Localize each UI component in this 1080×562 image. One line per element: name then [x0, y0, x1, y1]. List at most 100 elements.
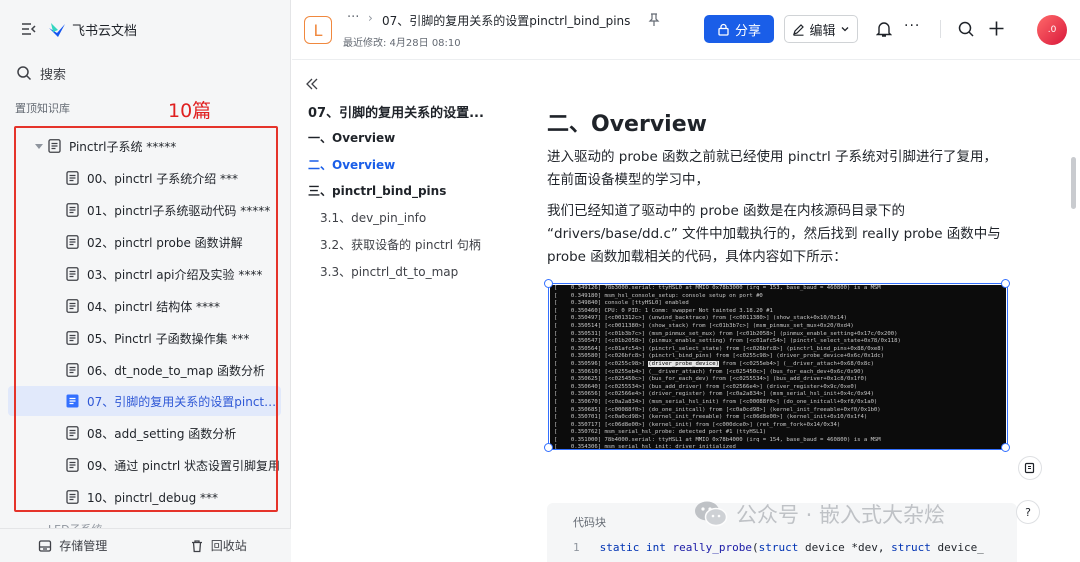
doc-icon [66, 458, 79, 472]
breadcrumb-more[interactable]: ··· [347, 10, 359, 25]
tree-item-label: 04、pinctrl 结构体 **** [87, 299, 221, 314]
terminal-line: [ 0.350701] [<c0a0cd98>] (kernel_init_fr… [554, 414, 868, 421]
storage-button[interactable]: 存储管理 [0, 529, 146, 562]
chevron-down-icon [841, 27, 848, 32]
tree-item-doc[interactable]: 04、pinctrl 结构体 **** [8, 291, 281, 321]
tree-item-label: Pinctrl子系统 ***** [69, 139, 177, 154]
doc-icon [66, 235, 79, 249]
help-float-button[interactable]: ? [1016, 500, 1040, 524]
outline-item-dev-pin-info[interactable]: 3.1、dev_pin_info [320, 209, 426, 226]
share-button[interactable]: 分享 [704, 15, 774, 43]
terminal-line: [ 0.350497] [<c001312c>] (unwind_backtra… [554, 315, 847, 322]
tree-item-label: 10、pinctrl_debug *** [87, 490, 219, 505]
breadcrumb-chevron-icon: › [368, 11, 373, 25]
wechat-icon [695, 501, 728, 527]
tree-item-label: 09、通过 pinctrl 状态设置引脚复用 [87, 458, 281, 473]
collapse-outline-icon[interactable] [305, 77, 319, 91]
more-options-button[interactable]: ··· [904, 18, 920, 34]
terminal-line: [ 0.350596] [<c0255c98>] (driver_probe_d… [554, 360, 874, 367]
edit-button[interactable]: 编辑 [784, 15, 858, 43]
recycle-bin-button[interactable]: 回收站 [146, 529, 292, 562]
search-icon [17, 66, 32, 81]
outline-item-pinctrl-bind-pins[interactable]: 三、pinctrl_bind_pins [308, 182, 446, 199]
recycle-label: 回收站 [210, 539, 247, 553]
watermark: 公众号 · 嵌入式大杂烩 [694, 499, 945, 529]
tree-item-pinctrl-root[interactable]: Pinctrl子系统 ***** [8, 131, 281, 161]
pin-icon[interactable] [648, 13, 660, 27]
outline-item-overview-2[interactable]: 二、Overview [308, 156, 395, 173]
terminal-line: [ 0.349126] 78b3000.serial: ttyHSL0 at M… [554, 285, 881, 291]
doc-type-badge[interactable]: L [304, 16, 332, 44]
terminal-line: [ 0.350656] [<c02566e4>] (driver_registe… [554, 391, 874, 398]
terminal-output: [ 0.349126] 78b3000.serial: ttyHSL0 at M… [550, 285, 1006, 449]
resize-handle[interactable] [1001, 279, 1010, 288]
terminal-line: [ 0.349180] msm_hsl_console_setup: conso… [554, 292, 763, 299]
resize-handle[interactable] [1001, 443, 1010, 452]
plus-icon[interactable] [988, 20, 1005, 37]
paragraph-1: 进入驱动的 probe 函数之前就已经使用 pinctrl 子系统对引脚进行了复… [547, 149, 998, 188]
tree-item-doc-active[interactable]: 07、引脚的复用关系的设置pinctrl_bind_pins [8, 386, 281, 416]
terminal-line: [ 0.350670] [<c0a2a834>] (msm_serial_hsl… [554, 398, 878, 405]
tree-item-doc[interactable]: 01、pinctrl子系统驱动代码 ***** [8, 195, 281, 225]
terminal-line: [ 0.354306] msm_serial_hsl_init: driver … [554, 444, 736, 449]
search-button[interactable]: 搜索 [8, 58, 283, 88]
outline-item-pinctrl-dt-to-map[interactable]: 3.3、pinctrl_dt_to_map [320, 263, 458, 280]
edit-label: 编辑 [809, 23, 836, 39]
code-keyword: int [646, 541, 666, 554]
sidebar: 飞书云文档 搜索 置顶知识库 10篇 Pinctrl子系统 ***** 00、p… [0, 0, 291, 562]
tree-item-label: 06、dt_node_to_map 函数分析 [87, 363, 266, 378]
tree-item-label: 01、pinctrl子系统驱动代码 ***** [87, 203, 271, 218]
scrollbar-thumb[interactable] [1071, 157, 1076, 209]
tree-item-doc[interactable]: 02、pinctrl probe 函数讲解 [8, 227, 281, 257]
search-icon[interactable] [958, 21, 974, 37]
feishu-logo-icon [49, 23, 65, 37]
avatar[interactable]: .0 [1037, 15, 1067, 45]
outline-item-overview-1[interactable]: 一、Overview [308, 129, 395, 146]
doc-icon [66, 299, 79, 313]
doc-icon [66, 394, 79, 408]
terminal-screenshot-image[interactable]: [ 0.349126] 78b3000.serial: ttyHSL0 at M… [544, 279, 1010, 452]
tree-item-label: 02、pinctrl probe 函数讲解 [87, 235, 243, 250]
doc-icon [66, 426, 79, 440]
resize-handle[interactable] [544, 279, 553, 288]
tree-item-doc[interactable]: 03、pinctrl api介绍及实验 **** [8, 259, 281, 289]
storage-label: 存储管理 [59, 539, 108, 553]
code-line: 1 static int really_probe(struct device *… [573, 541, 984, 554]
tree-item-doc[interactable]: 06、dt_node_to_map 函数分析 [8, 355, 281, 385]
code-keyword: static [599, 541, 640, 554]
doc-icon [48, 139, 61, 153]
tree-item-doc[interactable]: 09、通过 pinctrl 状态设置引脚复用 [8, 450, 281, 480]
terminal-line: [ 0.350762] msm_serial_hsl_probe: detect… [554, 429, 767, 436]
bell-icon[interactable] [876, 21, 892, 38]
comment-icon [1024, 462, 1035, 474]
outline-item-get-pinctrl-handle[interactable]: 3.2、获取设备的 pinctrl 句柄 [320, 236, 481, 253]
terminal-highlight: (driver_probe_device) [648, 360, 720, 367]
outline-title[interactable]: 07、引脚的复用关系的设置... [308, 102, 484, 121]
help-icon: ? [1025, 505, 1031, 519]
doc-icon [66, 363, 79, 377]
caret-down-icon[interactable] [34, 141, 44, 151]
terminal-line: [ 0.349840] console [ttyHSL0] enabled [554, 300, 689, 307]
tree-item-doc[interactable]: 05、Pinctrl 子函数操作集 *** [8, 323, 281, 353]
tree-item-label: 08、add_setting 函数分析 [87, 426, 237, 441]
code-text: device_ [930, 541, 984, 554]
code-text: ( [751, 541, 759, 554]
terminal-line: [ 0.351000] 78b4000.serial: ttyHSL1 at M… [554, 436, 881, 443]
terminal-line: [ 0.350564] [<c01afc54>] (pinctrl_select… [554, 345, 885, 352]
tree-item-doc[interactable]: 00、pinctrl 子系统介绍 *** [8, 163, 281, 193]
doc-icon [66, 490, 79, 504]
code-block-label: 代码块 [573, 516, 606, 529]
tree-item-label: 05、Pinctrl 子函数操作集 *** [87, 331, 250, 346]
resize-handle[interactable] [544, 443, 553, 452]
line-number: 1 [573, 541, 580, 554]
tree-item-doc[interactable]: 08、add_setting 函数分析 [8, 418, 281, 448]
terminal-line: [ 0.350531] [<c01b3b7c>] (msm_pinmux_set… [554, 330, 898, 337]
doc-icon [66, 171, 79, 185]
terminal-line: [ 0.350685] [<c00088f0>] (do_one_initcal… [554, 406, 881, 413]
search-label: 搜索 [40, 67, 67, 83]
collapse-sidebar-icon[interactable] [20, 20, 38, 38]
terminal-line: [ 0.350610] [<c0255eb4>] (__driver_attac… [554, 368, 864, 375]
divider [940, 20, 941, 38]
comment-float-button[interactable] [1018, 456, 1042, 480]
tree-item-doc[interactable]: 10、pinctrl_debug *** [8, 482, 281, 512]
